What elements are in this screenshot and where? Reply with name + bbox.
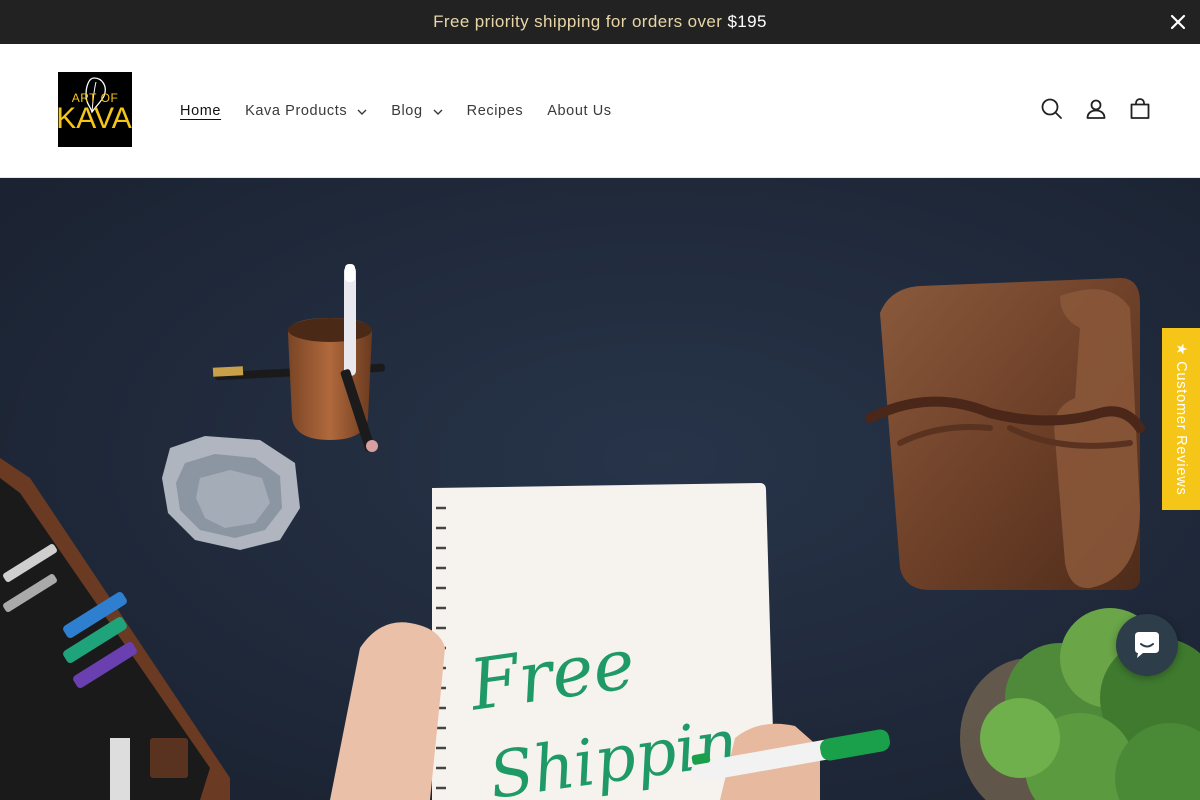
chevron-down-icon bbox=[357, 103, 367, 119]
leather-journal bbox=[865, 278, 1145, 590]
nav-home[interactable]: Home bbox=[180, 103, 221, 119]
customer-reviews-label: ★ Customer Reviews bbox=[1173, 342, 1189, 496]
nav-blog-label: Blog bbox=[391, 103, 423, 119]
chevron-down-icon bbox=[433, 103, 443, 119]
close-icon[interactable] bbox=[1166, 10, 1190, 34]
main-nav: Home Kava Products Blog Recipes About Us bbox=[168, 99, 624, 123]
brand-logo[interactable]: ART OF KAVA bbox=[50, 72, 138, 148]
search-icon[interactable] bbox=[1039, 96, 1065, 122]
nav-recipes-label: Recipes bbox=[466, 103, 524, 119]
nav-recipes[interactable]: Recipes bbox=[467, 103, 524, 119]
logo-text-main: KAVA bbox=[56, 102, 132, 135]
notebook: Free Shipping bbox=[432, 483, 783, 800]
nav-about-us-label: About Us bbox=[547, 103, 612, 119]
nav-kava-products-label: Kava Products bbox=[245, 103, 348, 119]
site-header: ART OF KAVA Home Kava Products Blog Reci… bbox=[0, 44, 1200, 178]
customer-reviews-tab[interactable]: ★ Customer Reviews bbox=[1162, 328, 1200, 510]
chat-button[interactable] bbox=[1116, 614, 1178, 676]
announcement-message: Free priority shipping for orders over bbox=[433, 12, 728, 31]
hero-image: Free Shipping bbox=[0, 178, 1200, 800]
announcement-amount: $195 bbox=[727, 12, 767, 31]
announcement-bar: Free priority shipping for orders over $… bbox=[0, 0, 1200, 44]
account-icon[interactable] bbox=[1083, 96, 1109, 122]
nav-home-label: Home bbox=[180, 103, 222, 119]
hero-banner[interactable]: Free Shipping bbox=[0, 178, 1200, 800]
nav-blog[interactable]: Blog bbox=[391, 103, 443, 119]
cart-icon[interactable] bbox=[1127, 96, 1153, 122]
announcement-text: Free priority shipping for orders over $… bbox=[0, 12, 1200, 32]
chat-icon bbox=[1135, 632, 1159, 658]
nav-about-us[interactable]: About Us bbox=[547, 103, 611, 119]
nav-kava-products[interactable]: Kava Products bbox=[245, 103, 367, 119]
